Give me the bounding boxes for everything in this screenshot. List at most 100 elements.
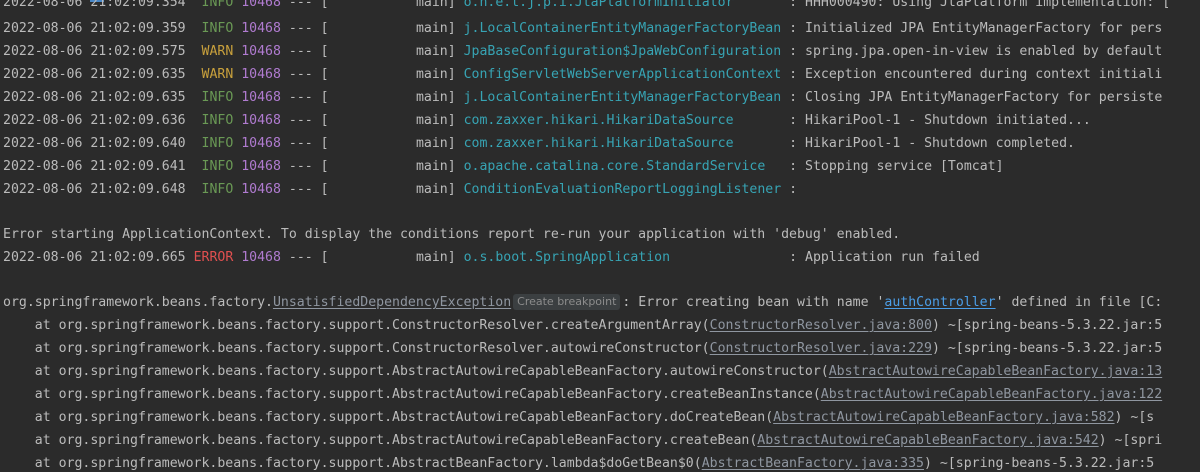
- log-thread: [ main]: [320, 136, 456, 151]
- log-separator: ---: [288, 90, 313, 105]
- log-thread: [ main]: [320, 182, 456, 197]
- stack-frame-tail: ) ~[spri: [1098, 433, 1163, 448]
- log-separator: ---: [288, 44, 313, 59]
- log-logger-name[interactable]: com.zaxxer.hikari.HikariDataSource: [464, 136, 782, 151]
- log-message: : Closing JPA EntityManagerFactory for p…: [781, 90, 1163, 105]
- log-level: WARN: [201, 67, 234, 82]
- exception-class-link[interactable]: UnsatisfiedDependencyException: [273, 295, 511, 310]
- stack-frame-method: at org.springframework.beans.factory.sup…: [3, 318, 710, 333]
- log-logger-name[interactable]: o.apache.catalina.core.StandardService: [464, 159, 782, 174]
- run-console-output[interactable]: 2022-08-06 21:02:09.354 INFO 10468 --- […: [0, 0, 1200, 472]
- log-pid: 10468: [241, 136, 281, 151]
- log-logger-name[interactable]: ConditionEvaluationReportLoggingListener: [464, 182, 782, 197]
- log-separator: ---: [288, 67, 313, 82]
- log-message: : HHH000490: Using JtaPlatform implement…: [781, 0, 1171, 10]
- stack-frame-source-link[interactable]: AbstractAutowireCapableBeanFactory.java:…: [773, 410, 1114, 425]
- stack-frame: at org.springframework.beans.factory.sup…: [3, 384, 1162, 406]
- log-thread: [ main]: [320, 44, 456, 59]
- log-level: WARN: [201, 44, 234, 59]
- bean-name-link[interactable]: authController: [884, 295, 995, 310]
- log-separator: ---: [288, 136, 313, 151]
- log-timestamp: 2022-08-06 21:02:09.575: [3, 44, 186, 59]
- log-message: : HikariPool-1 - Shutdown initiated...: [781, 113, 1091, 128]
- log-line-error: 2022-08-06 21:02:09.665 ERROR 10468 --- …: [3, 247, 980, 269]
- stack-frame-method: at org.springframework.beans.factory.sup…: [3, 433, 758, 448]
- stack-frame-source-link[interactable]: ConstructorResolver.java:229: [710, 341, 932, 356]
- log-logger-name[interactable]: com.zaxxer.hikari.HikariDataSource: [464, 113, 782, 128]
- log-pid: 10468: [241, 0, 281, 10]
- stack-frame-source-link[interactable]: AbstractAutowireCapableBeanFactory.java:…: [757, 433, 1098, 448]
- log-separator: ---: [288, 182, 313, 197]
- log-timestamp: 2022-08-06 21:02:09.354: [3, 0, 186, 10]
- log-logger-name[interactable]: o.s.boot.SpringApplication: [464, 250, 782, 265]
- stack-frame-method: at org.springframework.beans.factory.sup…: [3, 341, 710, 356]
- log-logger-name[interactable]: j.LocalContainerEntityManagerFactoryBean: [464, 90, 782, 105]
- log-level: INFO: [201, 0, 234, 10]
- exception-message-start: : Error creating bean with name ': [622, 295, 885, 310]
- log-pid: 10468: [241, 44, 281, 59]
- stack-frame-method: at org.springframework.beans.factory.sup…: [3, 456, 702, 471]
- log-line: 2022-08-06 21:02:09.354 INFO 10468 --- […: [3, 0, 1170, 14]
- log-logger-name[interactable]: j.LocalContainerEntityManagerFactoryBean: [464, 21, 782, 36]
- log-level: ERROR: [193, 250, 234, 265]
- log-separator: ---: [288, 250, 313, 265]
- log-line: 2022-08-06 21:02:09.635 INFO 10468 --- […: [3, 87, 1162, 109]
- log-timestamp: 2022-08-06 21:02:09.648: [3, 182, 186, 197]
- log-pid: 10468: [241, 182, 281, 197]
- log-thread: [ main]: [320, 21, 456, 36]
- log-pid: 10468: [241, 250, 281, 265]
- stack-frame-method: at org.springframework.beans.factory.sup…: [3, 364, 829, 379]
- log-pid: 10468: [241, 21, 281, 36]
- log-timestamp: 2022-08-06 21:02:09.636: [3, 113, 186, 128]
- log-thread: [ main]: [320, 67, 456, 82]
- stack-frame: at org.springframework.beans.factory.sup…: [3, 407, 1155, 429]
- log-logger-name[interactable]: o.h.e.t.j.p.i.JtaPlatformInitiator: [464, 0, 782, 10]
- stack-frame-source-link[interactable]: AbstractAutowireCapableBeanFactory.java:…: [829, 364, 1162, 379]
- stack-frame-tail: ) ~[spring-beans-5.3.22.jar:5: [924, 456, 1155, 471]
- log-timestamp: 2022-08-06 21:02:09.641: [3, 159, 186, 174]
- stack-frame-source-link[interactable]: AbstractBeanFactory.java:335: [702, 456, 924, 471]
- log-separator: ---: [288, 0, 313, 10]
- stack-frame: at org.springframework.beans.factory.sup…: [3, 430, 1162, 452]
- log-thread: [ main]: [320, 0, 456, 10]
- log-line: 2022-08-06 21:02:09.575 WARN 10468 --- […: [3, 41, 1162, 63]
- exception-line: org.springframework.beans.factory.Unsati…: [3, 292, 1162, 314]
- exception-message-end: ' defined in file [C:: [995, 295, 1163, 310]
- log-line: 2022-08-06 21:02:09.636 INFO 10468 --- […: [3, 110, 1091, 132]
- log-timestamp: 2022-08-06 21:02:09.359: [3, 21, 186, 36]
- stack-frame-tail: ) ~[spring-beans-5.3.22.jar:5: [931, 318, 1163, 333]
- log-thread: [ main]: [320, 113, 456, 128]
- log-thread: [ main]: [320, 90, 456, 105]
- log-logger-name[interactable]: JpaBaseConfiguration$JpaWebConfiguration: [464, 44, 782, 59]
- create-breakpoint-button[interactable]: Create breakpoint: [513, 294, 621, 310]
- log-level: INFO: [201, 159, 234, 174]
- stack-frame: at org.springframework.beans.factory.sup…: [3, 453, 1155, 472]
- log-line: 2022-08-06 21:02:09.359 INFO 10468 --- […: [3, 18, 1162, 40]
- log-line: 2022-08-06 21:02:09.641 INFO 10468 --- […: [3, 156, 1004, 178]
- stack-frame: at org.springframework.beans.factory.sup…: [3, 361, 1162, 383]
- log-pid: 10468: [241, 159, 281, 174]
- error-message: Error starting ApplicationContext. To di…: [3, 227, 901, 242]
- log-timestamp: 2022-08-06 21:02:09.665: [3, 250, 186, 265]
- log-message: : Exception encountered during context i…: [781, 67, 1163, 82]
- log-level: INFO: [201, 182, 234, 197]
- log-timestamp: 2022-08-06 21:02:09.635: [3, 67, 186, 82]
- stack-frame-method: at org.springframework.beans.factory.sup…: [3, 387, 821, 402]
- log-logger-name[interactable]: ConfigServletWebServerApplicationContext: [464, 67, 782, 82]
- stack-frame-source-link[interactable]: ConstructorResolver.java:800: [710, 318, 932, 333]
- log-thread: [ main]: [320, 159, 456, 174]
- log-level: INFO: [201, 113, 234, 128]
- log-separator: ---: [288, 159, 313, 174]
- log-pid: 10468: [241, 113, 281, 128]
- stack-frame-source-link[interactable]: AbstractAutowireCapableBeanFactory.java:…: [821, 387, 1162, 402]
- stack-frame: at org.springframework.beans.factory.sup…: [3, 338, 1162, 360]
- log-timestamp: 2022-08-06 21:02:09.635: [3, 90, 186, 105]
- log-message: :: [781, 182, 798, 197]
- log-line: 2022-08-06 21:02:09.635 WARN 10468 --- […: [3, 64, 1162, 86]
- stack-frame-tail: ) ~[spring-beans-5.3.22.jar:5: [931, 341, 1163, 356]
- log-line: 2022-08-06 21:02:09.640 INFO 10468 --- […: [3, 133, 1075, 155]
- log-level: INFO: [201, 90, 234, 105]
- log-timestamp: 2022-08-06 21:02:09.640: [3, 136, 186, 151]
- log-level: INFO: [201, 136, 234, 151]
- log-message: : spring.jpa.open-in-view is enabled by …: [781, 44, 1163, 59]
